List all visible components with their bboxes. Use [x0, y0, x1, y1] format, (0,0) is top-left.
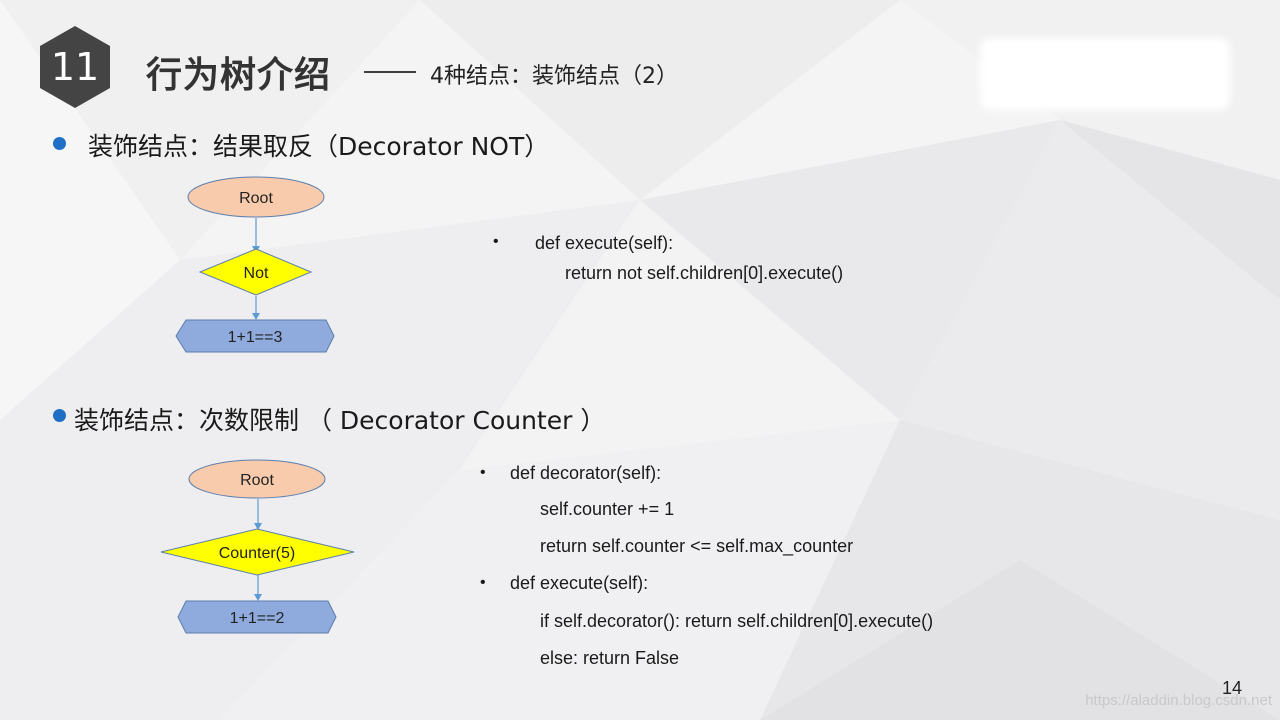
counter-code-line-3: return self.counter <= self.max_counter — [540, 536, 854, 556]
counter-code-line-1: def decorator(self): — [510, 463, 662, 483]
counter-code-line-2: self.counter += 1 — [540, 499, 675, 519]
counter-decorator-diagram: Root Counter(5) 1+1==2 — [160, 459, 355, 634]
condition-leaf-label: 1+1==2 — [230, 610, 285, 627]
section-bullet-icon — [53, 137, 66, 150]
root-node-label: Root — [240, 472, 274, 489]
not-decorator-label: Not — [244, 265, 269, 282]
code-bullet-icon: • — [493, 233, 499, 250]
slide-title: 行为树介绍 — [146, 55, 332, 96]
not-code-line-1: def execute(self): — [535, 233, 674, 253]
counter-code-line-6: else: return False — [540, 648, 680, 668]
watermark-text: https://aladdin.blog.csdn.net — [1085, 692, 1272, 709]
code-bullet-icon: • — [480, 574, 486, 591]
condition-leaf-label: 1+1==3 — [228, 329, 283, 346]
root-node-label: Root — [239, 190, 273, 207]
section-number-badge: 11 — [40, 26, 110, 108]
section-bullet-icon — [53, 409, 66, 422]
counter-code-line-4: def execute(self): — [510, 573, 649, 593]
counter-code-line-5: if self.decorator(): return self.childre… — [540, 611, 934, 631]
section-counter-heading: 装饰结点：次数限制 （ Decorator Counter ） — [74, 406, 606, 435]
title-dash-divider — [364, 71, 416, 73]
section-not-heading: 装饰结点：结果取反（Decorator NOT） — [88, 132, 550, 161]
code-bullet-icon: • — [480, 464, 486, 481]
arrow-head-icon — [254, 594, 262, 601]
not-decorator-diagram: Root Not 1+1==3 — [175, 176, 335, 353]
section-number: 11 — [50, 45, 100, 89]
not-code-line-2: return not self.children[0].execute() — [565, 263, 844, 283]
slide-subtitle: 4种结点：装饰结点（2） — [430, 64, 678, 89]
counter-decorator-label: Counter(5) — [219, 545, 295, 562]
logo-placeholder — [986, 44, 1224, 104]
arrow-head-icon — [252, 313, 260, 320]
